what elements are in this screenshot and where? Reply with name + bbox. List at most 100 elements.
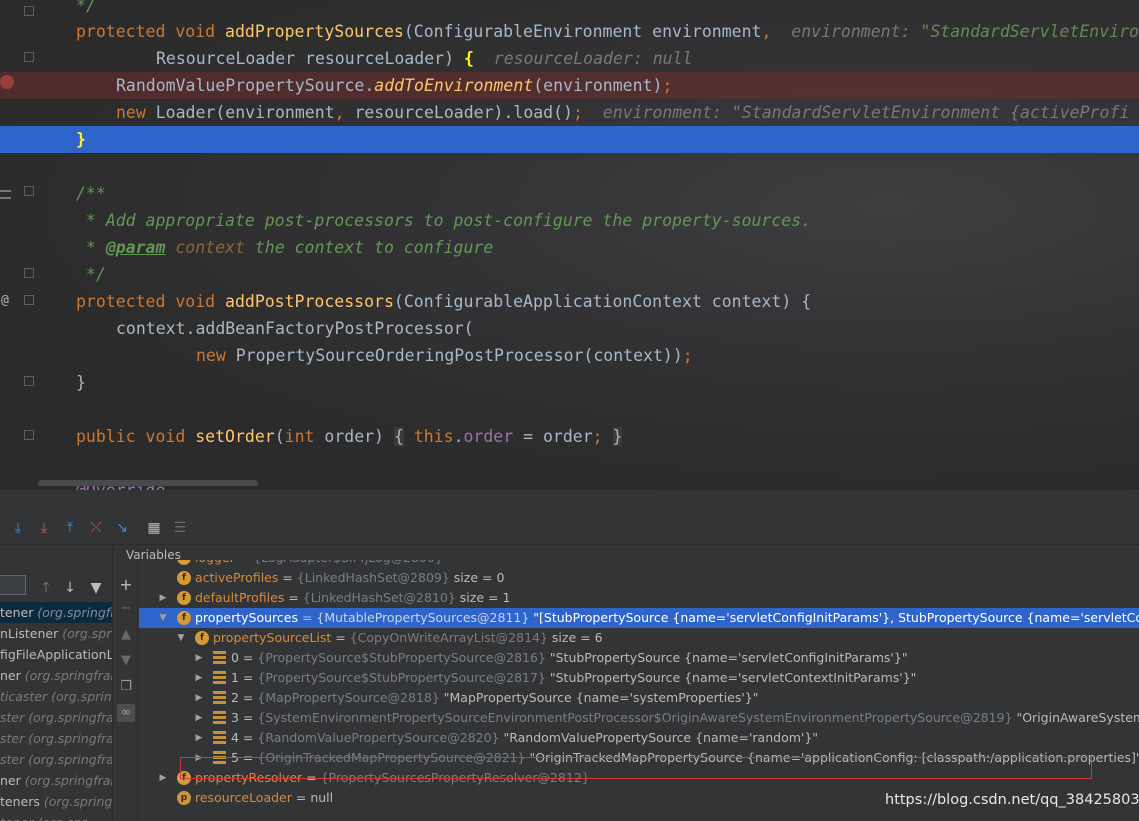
next-frame-icon[interactable]: ↓ — [62, 580, 78, 596]
frame-item[interactable]: figFileApplicationLis — [0, 644, 112, 665]
move-down-icon[interactable]: ▼ — [117, 652, 135, 670]
editor-horizontal-scrollbar[interactable] — [38, 480, 258, 486]
variable-type: {LinkedHashSet@2809} — [296, 570, 450, 585]
code-line[interactable]: } — [0, 126, 1139, 153]
code-token: { — [393, 427, 404, 446]
equals-sign: = — [291, 790, 311, 805]
variable-row[interactable]: ▶ 1 = {PropertySource$StubPropertySource@… — [139, 668, 1139, 688]
code-line[interactable] — [0, 450, 1139, 477]
variable-row[interactable]: ▼ f propertySourceList = {CopyOnWriteArray… — [139, 628, 1139, 648]
variable-content: activeProfiles = {LinkedHashSet@2809} si… — [195, 568, 504, 588]
code-token: * Add appropriate post-processors to pos… — [76, 211, 812, 230]
frame-package: ticaster (org.spring — [0, 689, 112, 704]
copy-icon[interactable]: ❐ — [117, 678, 135, 696]
code-line[interactable]: */ — [0, 261, 1139, 288]
frame-item[interactable]: ner (org.springfram — [0, 665, 112, 686]
variable-content: 3 = {SystemEnvironmentPropertySourceEnvi… — [231, 708, 1139, 728]
code-token: (ConfigurableEnvironment environment — [403, 22, 762, 41]
variable-row[interactable]: ▼ f propertySources = {MutablePropertySour… — [139, 608, 1139, 628]
code-token: the context to configure — [244, 238, 494, 257]
frame-item[interactable]: ster (org.springfram — [0, 707, 112, 728]
code-token: resourceLoader).load() — [354, 103, 573, 122]
expand-arrow-icon[interactable]: ▶ — [194, 668, 204, 688]
frame-item[interactable]: ticaster (org.spring — [0, 686, 112, 707]
code-token: ; — [662, 76, 673, 95]
frame-item[interactable]: ner (org.springfram — [0, 770, 112, 791]
frame-item[interactable]: tener (org.spr — [0, 812, 112, 821]
code-line[interactable]: public void setOrder(int order) { this.o… — [0, 423, 1139, 450]
variable-row[interactable]: ▶ 2 = {MapPropertySource@2818} "MapProper… — [139, 688, 1139, 708]
code-token: addPropertySources — [225, 22, 404, 41]
expand-arrow-icon[interactable]: ▶ — [158, 588, 168, 608]
frame-item[interactable]: ster (org.springfram — [0, 728, 112, 749]
code-token: */ — [76, 265, 106, 284]
code-line[interactable]: RandomValuePropertySource.addToEnvironme… — [0, 72, 1139, 99]
variable-row[interactable]: f activeProfiles = {LinkedHashSet@2809} s… — [139, 568, 1139, 588]
variable-name: defaultProfiles — [195, 590, 285, 605]
frame-package: tener (org.spr — [0, 815, 86, 821]
code-line[interactable]: new PropertySourceOrderingPostProcessor(… — [0, 342, 1139, 369]
expand-arrow-icon[interactable]: ▶ — [158, 768, 168, 788]
code-token: context.addBeanFactoryPostProcessor( — [116, 319, 474, 338]
step-over-icon[interactable]: ⤓ — [10, 520, 26, 536]
code-token: "StandardServletEnviro — [920, 22, 1139, 41]
code-line-text: new PropertySourceOrderingPostProcessor(… — [196, 342, 693, 369]
collapse-arrow-icon[interactable]: ▼ — [158, 608, 168, 628]
variable-row[interactable]: ▶ 4 = {RandomValuePropertySource@2820} "R… — [139, 728, 1139, 748]
frame-item[interactable]: ster (org.springfram — [0, 749, 112, 770]
code-line[interactable]: protected void addPostProcessors(Configu… — [0, 288, 1139, 315]
code-editor[interactable]: @ */protected void addPropertySources(Co… — [0, 0, 1139, 490]
expand-arrow-icon[interactable]: ▶ — [194, 688, 204, 708]
code-line[interactable]: protected void addPropertySources(Config… — [0, 18, 1139, 45]
equals-sign: = — [331, 630, 350, 645]
code-line[interactable] — [0, 396, 1139, 423]
expand-arrow-icon[interactable]: ▶ — [194, 728, 204, 748]
run-to-cursor-icon[interactable]: ↘ — [114, 520, 130, 536]
new-watch-icon[interactable]: + — [117, 576, 135, 594]
code-line[interactable]: * Add appropriate post-processors to pos… — [0, 207, 1139, 234]
show-watches-icon[interactable]: ∞ — [117, 704, 135, 722]
variable-name: 1 — [231, 670, 239, 685]
code-line-text: * Add appropriate post-processors to pos… — [76, 207, 811, 234]
variable-row[interactable]: flogger = {LogAdapter$Slf4jLog@2800} — [139, 560, 1139, 568]
frame-package: ster (org.springfram — [0, 752, 112, 767]
frame-item[interactable]: tener (org.springfram — [0, 602, 112, 623]
frame-item[interactable]: nListener (org.sprin — [0, 623, 112, 644]
code-line[interactable]: ResourceLoader resourceLoader) { resourc… — [0, 45, 1139, 72]
code-token: addToEnvironment — [374, 76, 534, 95]
code-line-text: * @param context the context to configur… — [76, 234, 493, 261]
code-token: addPostProcessors — [225, 292, 394, 311]
code-line[interactable]: /** — [0, 180, 1139, 207]
code-token: ; — [592, 427, 603, 446]
remove-watch-icon[interactable]: − — [117, 600, 135, 618]
code-line[interactable]: */ — [0, 0, 1139, 19]
variable-row[interactable]: ▶ 3 = {SystemEnvironmentPropertySourceEnv… — [139, 708, 1139, 728]
code-token: order — [463, 427, 514, 446]
equals-sign: = — [278, 570, 297, 585]
step-out-icon[interactable]: ⤒ — [62, 520, 78, 536]
drop-frame-icon[interactable]: ⤬ — [88, 520, 104, 536]
code-line[interactable]: new Loader(environment, resourceLoader).… — [0, 99, 1139, 126]
thread-selector-dropdown[interactable] — [0, 575, 26, 595]
expand-arrow-icon[interactable]: ▶ — [194, 708, 204, 728]
code-line[interactable] — [0, 153, 1139, 180]
variable-type: {PropertySource$StubPropertySource@2817} — [257, 670, 546, 685]
code-line[interactable]: } — [0, 369, 1139, 396]
code-token: @param — [105, 238, 166, 257]
variable-value: "OriginAwareSystemEnvironmentP — [1016, 710, 1139, 725]
code-line[interactable]: * @param context the context to configur… — [0, 234, 1139, 261]
code-line[interactable]: context.addBeanFactoryPostProcessor( — [0, 315, 1139, 342]
filter-icon[interactable]: ▼ — [88, 580, 104, 596]
evaluate-expression-icon[interactable]: ▦ — [146, 520, 162, 536]
move-up-icon[interactable]: ▲ — [117, 626, 135, 644]
expand-arrow-icon[interactable]: ▶ — [194, 648, 204, 668]
previous-frame-icon[interactable]: ↑ — [38, 580, 54, 596]
frame-item[interactable]: teners (org.springfram — [0, 791, 112, 812]
variable-name: propertySourceList — [213, 630, 332, 645]
variable-row[interactable]: ▶ f defaultProfiles = {LinkedHashSet@2810}… — [139, 588, 1139, 608]
collapse-arrow-icon[interactable]: ▼ — [176, 628, 186, 648]
code-token: new — [196, 346, 236, 365]
trace-stream-icon[interactable]: ☰ — [172, 520, 188, 536]
variable-row[interactable]: ▶ 0 = {PropertySource$StubPropertySource@… — [139, 648, 1139, 668]
force-step-into-icon[interactable]: ⤓ — [36, 520, 52, 536]
